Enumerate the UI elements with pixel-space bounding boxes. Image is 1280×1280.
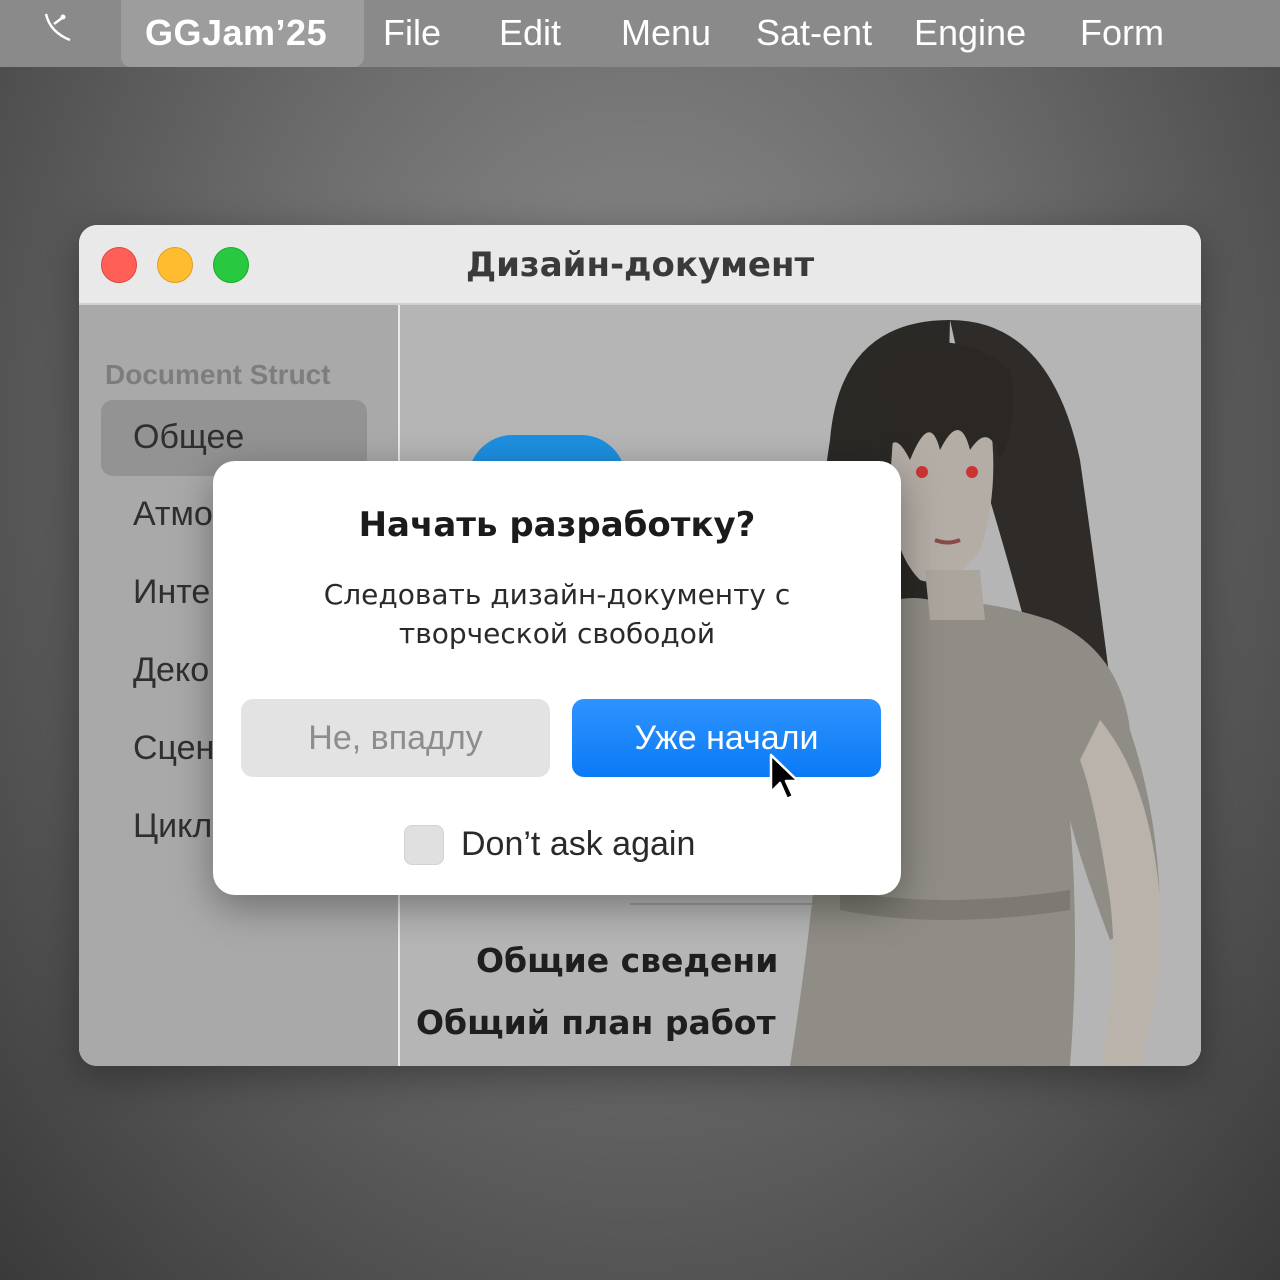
menu-form[interactable]: Form xyxy=(1080,12,1164,54)
sidebar-item-label: Общее xyxy=(133,418,245,456)
sidebar-item-label: Цикл xyxy=(133,807,213,845)
menu-sat-ent[interactable]: Sat-ent xyxy=(756,12,872,54)
title-bar[interactable]: Дизайн-документ xyxy=(79,225,1201,305)
cancel-button[interactable]: Не, впадлу xyxy=(241,699,550,777)
mouse-cursor-icon xyxy=(769,753,800,801)
start-development-dialog: Начать разработку? Следовать дизайн-доку… xyxy=(213,461,901,895)
confirm-button[interactable]: Уже начали xyxy=(572,699,881,777)
menu-menu[interactable]: Menu xyxy=(621,12,711,54)
sidebar-item-label: Сцен xyxy=(133,729,215,767)
menu-engine[interactable]: Engine xyxy=(914,12,1026,54)
dialog-message: Следовать дизайн-документу с творческой … xyxy=(323,578,791,650)
dialog-title: Начать разработку? xyxy=(358,505,756,545)
dont-ask-again-checkbox[interactable] xyxy=(404,825,444,865)
menu-edit[interactable]: Edit xyxy=(499,12,561,54)
window-title: Дизайн-документ xyxy=(465,245,815,285)
menu-bar: GGJam’25 File Edit Menu Sat-ent Engine F… xyxy=(0,0,1280,67)
sidebar-item-label: Деко xyxy=(133,651,210,689)
app-name: GGJam’25 xyxy=(145,12,328,53)
sidebar-section-title: Document Struct xyxy=(105,359,331,390)
dont-ask-again-label[interactable]: Don’t ask again xyxy=(461,825,695,864)
sidebar-item-label: Атмо xyxy=(133,495,213,533)
menu-file[interactable]: File xyxy=(383,12,441,54)
sidebar-item-label: Инте xyxy=(133,573,211,611)
app-menu[interactable]: GGJam’25 xyxy=(121,0,364,67)
satellite-dish-icon[interactable] xyxy=(40,10,76,46)
